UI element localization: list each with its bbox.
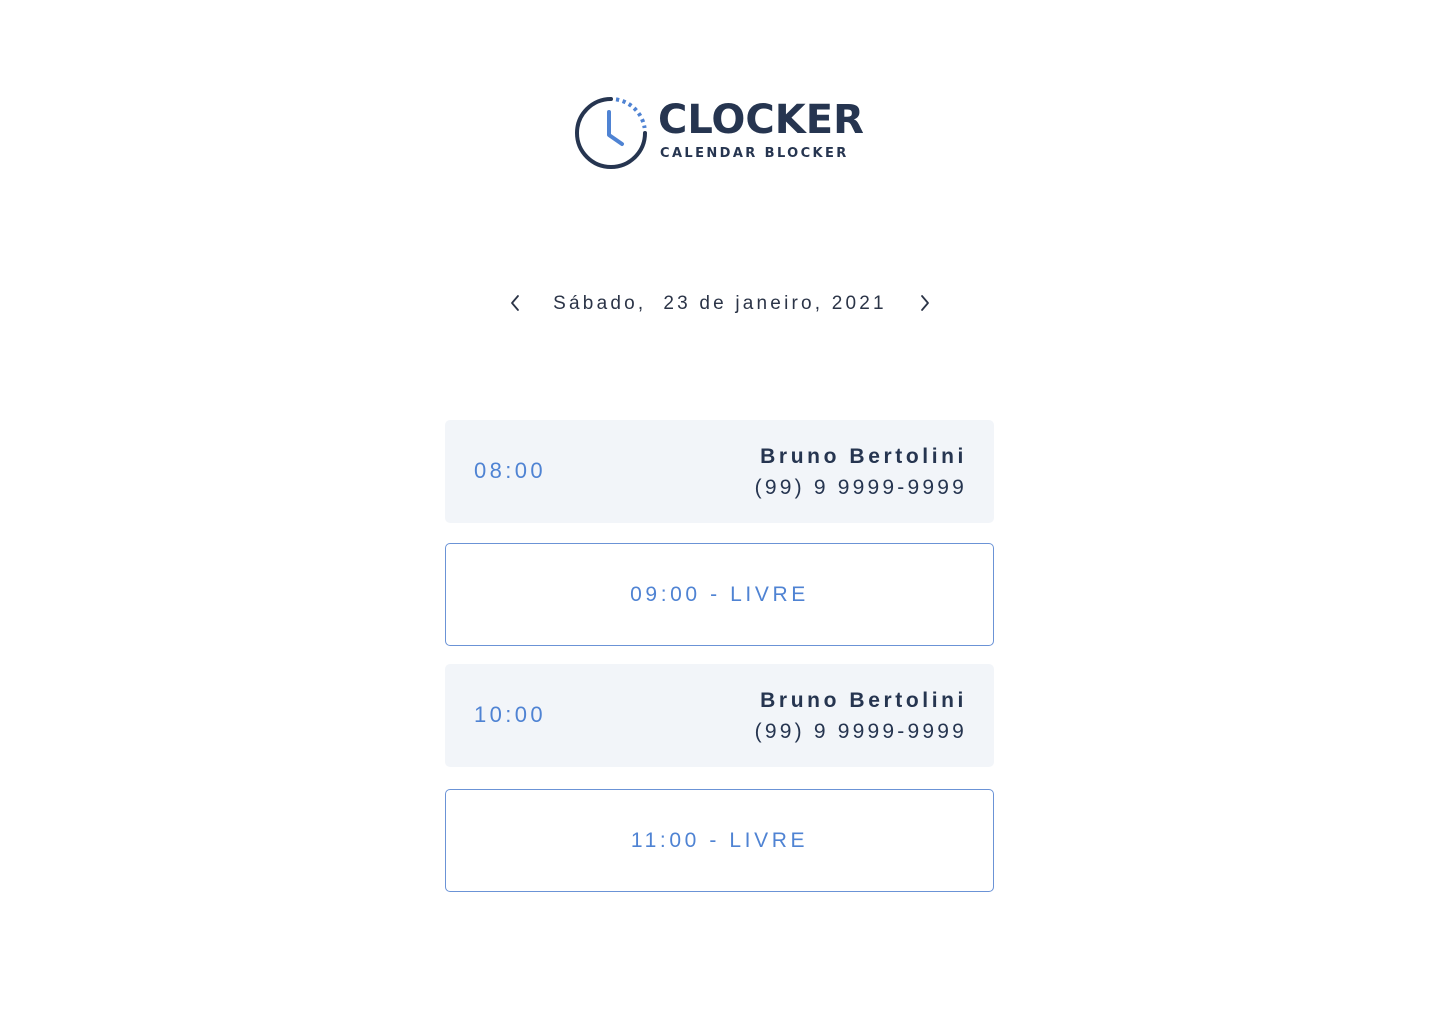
date-navigator: Sábado, 23 de janeiro, 2021 bbox=[500, 284, 940, 322]
client-phone: (99) 9 9999-9999 bbox=[754, 476, 967, 499]
free-slot-label: 09:00 - LIVRE bbox=[630, 583, 809, 606]
slot-time: 08:00 bbox=[474, 458, 547, 483]
client-name: Bruno Bertolini bbox=[760, 445, 967, 468]
client-phone: (99) 9 9999-9999 bbox=[754, 720, 967, 743]
slot-time: 10:00 bbox=[474, 702, 547, 727]
booked-slot: 10:00 Bruno Bertolini (99) 9 9999-9999 bbox=[445, 664, 994, 767]
current-date-label: Sábado, 23 de janeiro, 2021 bbox=[553, 293, 887, 314]
booked-slot: 08:00 Bruno Bertolini (99) 9 9999-9999 bbox=[445, 420, 994, 523]
free-slot-button[interactable]: 11:00 - LIVRE bbox=[445, 789, 994, 892]
next-day-button[interactable] bbox=[914, 292, 936, 314]
brand-tagline: CALENDAR BLOCKER bbox=[660, 146, 849, 161]
chevron-right-icon bbox=[921, 295, 929, 311]
free-slot-label: 11:00 - LIVRE bbox=[630, 829, 809, 852]
clock-icon bbox=[575, 97, 647, 169]
brand-name: CLOCKER bbox=[658, 97, 864, 143]
brand-logo: CLOCKER CALENDAR BLOCKER bbox=[574, 96, 870, 170]
free-slot-button[interactable]: 09:00 - LIVRE bbox=[445, 543, 994, 646]
client-name: Bruno Bertolini bbox=[760, 689, 967, 712]
